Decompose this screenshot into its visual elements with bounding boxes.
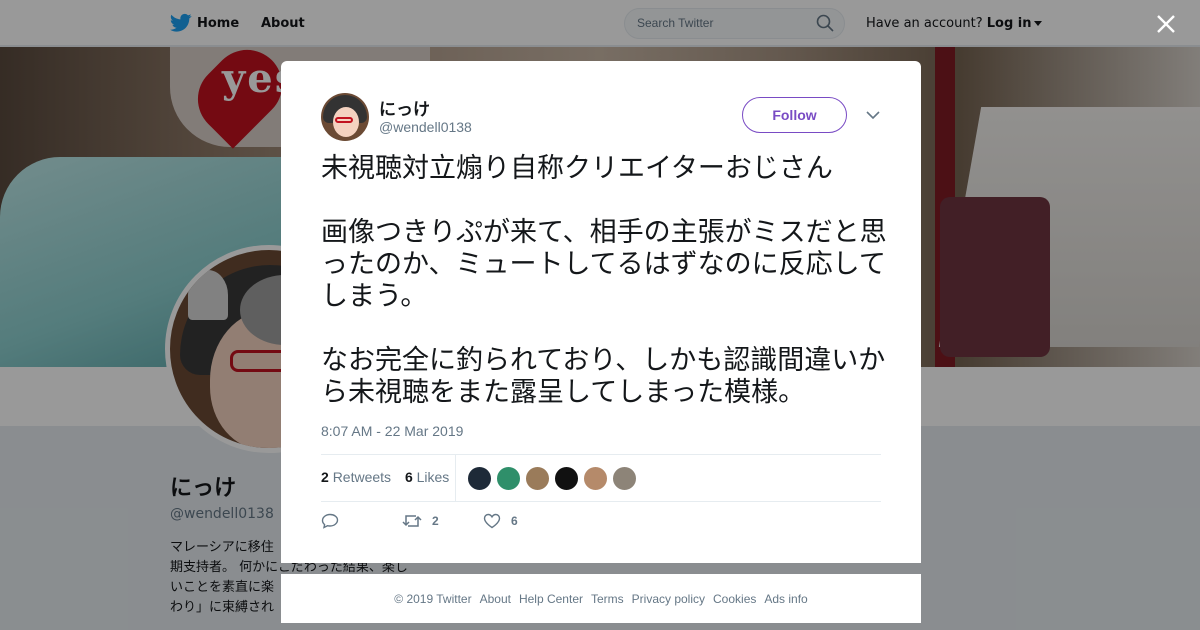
chevron-down-icon[interactable] xyxy=(866,109,880,121)
like-button[interactable]: 6 xyxy=(483,513,518,529)
author-avatar[interactable] xyxy=(321,93,369,141)
divider xyxy=(321,501,881,502)
footer-link[interactable]: Terms xyxy=(591,592,624,606)
likes-stat[interactable]: 6 Likes xyxy=(405,469,449,485)
retweets-count: 2 xyxy=(321,469,329,485)
footer-link: © 2019 Twitter xyxy=(394,592,472,606)
tweet-paragraph: なお完全に釣られており、しかも認識間違いから未視聴をまた露呈してしまった模様。 xyxy=(321,345,886,408)
follow-button[interactable]: Follow xyxy=(742,97,847,133)
liker-avatars xyxy=(467,466,641,491)
retweet-button[interactable]: 2 xyxy=(402,513,439,529)
footer-link[interactable]: About xyxy=(480,592,511,606)
reply-button[interactable] xyxy=(321,513,339,529)
close-icon[interactable] xyxy=(1154,12,1178,36)
liker-avatar[interactable] xyxy=(612,466,637,491)
footer-link[interactable]: Help Center xyxy=(519,592,583,606)
tweet-paragraph: 画像つきりぷが来て、相手の主張がミスだと思ったのか、ミュートしてるはずなのに反応… xyxy=(321,217,887,312)
liker-avatar[interactable] xyxy=(496,466,521,491)
author-avatar-glasses xyxy=(335,117,353,123)
liker-avatar[interactable] xyxy=(583,466,608,491)
tweet-timestamp[interactable]: 8:07 AM - 22 Mar 2019 xyxy=(321,423,463,439)
retweets-stat[interactable]: 2 Retweets xyxy=(321,469,391,485)
footer-link[interactable]: Privacy policy xyxy=(632,592,705,606)
reply-icon xyxy=(321,513,339,529)
like-count: 6 xyxy=(511,514,518,528)
liker-avatar[interactable] xyxy=(467,466,492,491)
tweet-text: 未視聴対立煽り自称クリエイターおじさん 画像つきりぷが来て、相手の主張がミスだと… xyxy=(321,153,891,409)
divider xyxy=(321,454,881,455)
author-handle[interactable]: @wendell0138 xyxy=(379,119,472,135)
stats-divider xyxy=(455,455,456,501)
retweets-label: Retweets xyxy=(332,469,392,485)
tweet-permalink-modal: にっけ @wendell0138 Follow 未視聴対立煽り自称クリエイターお… xyxy=(281,61,921,563)
author-name[interactable]: にっけ xyxy=(379,95,430,120)
retweet-icon xyxy=(402,515,422,527)
liker-avatar[interactable] xyxy=(554,466,579,491)
heart-icon xyxy=(483,513,501,529)
likes-count: 6 xyxy=(404,469,413,485)
liker-avatar[interactable] xyxy=(525,466,550,491)
likes-label: Likes xyxy=(416,469,450,485)
tweet-paragraph: 未視聴対立煽り自称クリエイターおじさん xyxy=(321,153,833,184)
footer-link[interactable]: Ads info xyxy=(764,592,807,606)
modal-footer: © 2019 Twitter About Help Center Terms Priva… xyxy=(281,574,921,623)
retweet-count: 2 xyxy=(432,514,439,528)
tweet-stats: 2 Retweets 6 Likes xyxy=(321,469,449,485)
footer-link[interactable]: Cookies xyxy=(713,592,756,606)
